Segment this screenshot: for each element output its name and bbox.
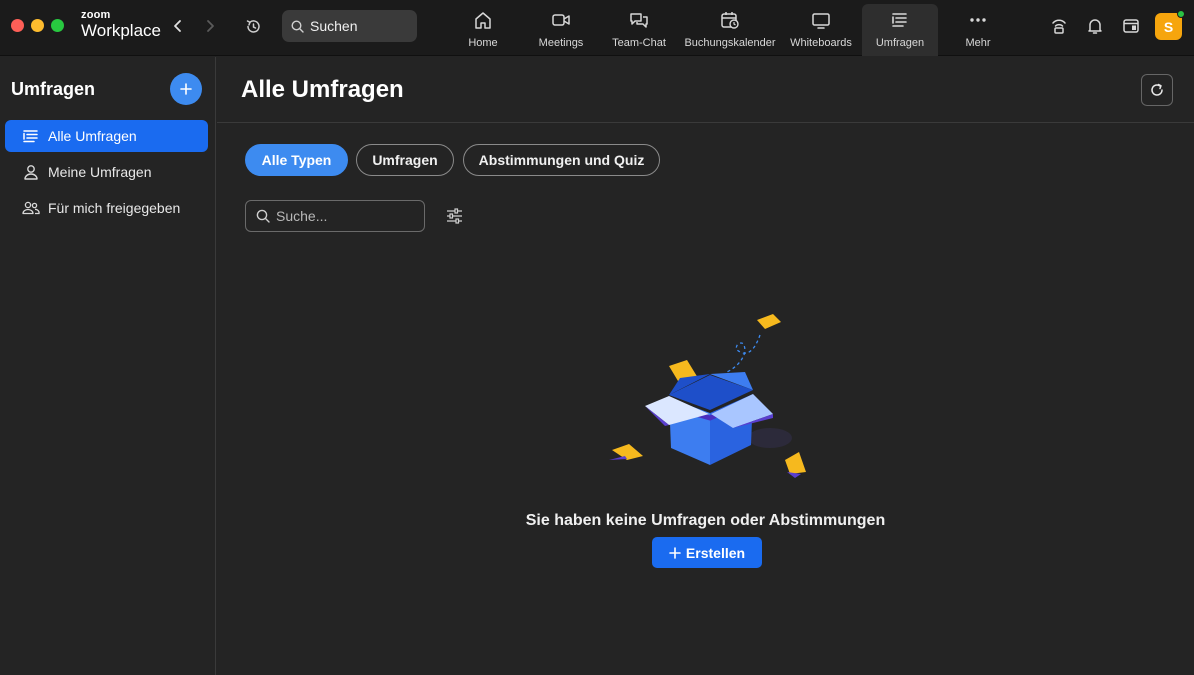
search-icon bbox=[291, 19, 304, 33]
avatar-initial: S bbox=[1163, 18, 1174, 35]
sidebar-title: Umfragen bbox=[11, 79, 96, 99]
chat-bubbles-icon bbox=[629, 10, 649, 30]
title-bar: zoom Workplace Suchen Home Meetings Team… bbox=[0, 0, 1194, 56]
main-content: Alle Umfragen Alle Typen Umfragen Abstim… bbox=[217, 57, 1194, 675]
sidebar-item-all-surveys[interactable]: Alle Umfragen bbox=[5, 120, 208, 152]
tab-more[interactable]: Mehr bbox=[940, 4, 1016, 56]
video-camera-icon bbox=[551, 10, 571, 30]
filter-label: Abstimmungen und Quiz bbox=[478, 152, 645, 168]
tab-label: Team-Chat bbox=[612, 37, 666, 49]
survey-search-input[interactable] bbox=[276, 208, 416, 224]
filter-settings-button[interactable] bbox=[443, 205, 465, 227]
app-logo: zoom Workplace bbox=[81, 9, 161, 40]
tab-label: Whiteboards bbox=[790, 37, 852, 49]
sidebar-item-label: Alle Umfragen bbox=[48, 128, 137, 144]
close-window-button[interactable] bbox=[11, 19, 24, 32]
global-search-box[interactable]: Suchen bbox=[282, 10, 417, 42]
list-icon bbox=[22, 129, 40, 143]
filter-surveys[interactable]: Umfragen bbox=[356, 144, 454, 176]
add-survey-button[interactable] bbox=[170, 73, 202, 105]
tab-whiteboards[interactable]: Whiteboards bbox=[783, 4, 859, 56]
refresh-button[interactable] bbox=[1141, 74, 1173, 106]
tab-label: Mehr bbox=[965, 37, 991, 49]
plus-icon bbox=[669, 546, 681, 559]
page-title: Alle Umfragen bbox=[241, 76, 404, 103]
brand-big: Workplace bbox=[81, 21, 161, 40]
tab-booking-calendar[interactable]: Buchungskalender bbox=[683, 4, 777, 56]
sidebar-item-my-surveys[interactable]: Meine Umfragen bbox=[5, 156, 208, 188]
home-icon bbox=[473, 10, 493, 30]
filter-label: Alle Typen bbox=[261, 152, 332, 168]
tab-meetings[interactable]: Meetings bbox=[523, 4, 599, 56]
history-clock-icon bbox=[246, 19, 260, 33]
whiteboard-icon bbox=[811, 10, 831, 30]
back-button[interactable] bbox=[167, 15, 189, 37]
tab-team-chat[interactable]: Team-Chat bbox=[601, 4, 677, 56]
signal-icon bbox=[1052, 19, 1066, 34]
survey-search-box[interactable] bbox=[245, 200, 425, 232]
create-survey-button[interactable]: Erstellen bbox=[652, 537, 762, 568]
people-icon bbox=[22, 201, 40, 215]
notifications-button[interactable] bbox=[1084, 15, 1106, 37]
create-button-label: Erstellen bbox=[685, 544, 746, 561]
search-label: Suchen bbox=[310, 18, 358, 34]
brand-small: zoom bbox=[81, 9, 111, 21]
calendar-widget-button[interactable] bbox=[1120, 15, 1142, 37]
minimize-window-button[interactable] bbox=[31, 19, 44, 32]
sidebar-item-label: Für mich freigegeben bbox=[48, 200, 181, 216]
tab-label: Meetings bbox=[538, 37, 584, 49]
bell-icon bbox=[1088, 19, 1102, 34]
person-icon bbox=[22, 164, 40, 180]
more-dots-icon bbox=[968, 10, 988, 30]
history-button[interactable] bbox=[242, 15, 264, 37]
tab-home[interactable]: Home bbox=[445, 4, 521, 56]
sidebar: Umfragen Alle Umfragen Meine Umfragen Fü… bbox=[0, 57, 216, 675]
plus-icon bbox=[180, 83, 192, 95]
filter-all-types[interactable]: Alle Typen bbox=[245, 144, 348, 176]
sidebar-item-shared-with-me[interactable]: Für mich freigegeben bbox=[5, 192, 208, 224]
maximize-window-button[interactable] bbox=[51, 19, 64, 32]
presence-status-dot bbox=[1177, 10, 1185, 18]
tab-surveys[interactable]: Umfragen bbox=[862, 4, 938, 56]
sidebar-item-label: Meine Umfragen bbox=[48, 164, 152, 180]
forward-button[interactable] bbox=[199, 15, 221, 37]
refresh-icon bbox=[1151, 83, 1163, 96]
chevron-right-icon bbox=[207, 20, 214, 32]
signal-button[interactable] bbox=[1048, 15, 1070, 37]
search-icon bbox=[256, 209, 270, 223]
filter-polls-and-quiz[interactable]: Abstimmungen und Quiz bbox=[463, 144, 660, 176]
empty-state-message: Sie haben keine Umfragen oder Abstimmung… bbox=[525, 512, 886, 529]
header-divider bbox=[217, 122, 1194, 123]
calendar-panel-icon bbox=[1123, 19, 1139, 33]
tab-label: Home bbox=[468, 37, 498, 49]
survey-list-icon bbox=[891, 10, 909, 30]
empty-box-illustration bbox=[609, 314, 806, 478]
filter-label: Umfragen bbox=[372, 152, 438, 168]
tab-label: Buchungskalender bbox=[684, 37, 776, 49]
tab-label: Umfragen bbox=[875, 37, 925, 49]
calendar-clock-icon bbox=[720, 10, 740, 30]
chevron-left-icon bbox=[174, 20, 181, 32]
sliders-icon bbox=[446, 208, 462, 224]
